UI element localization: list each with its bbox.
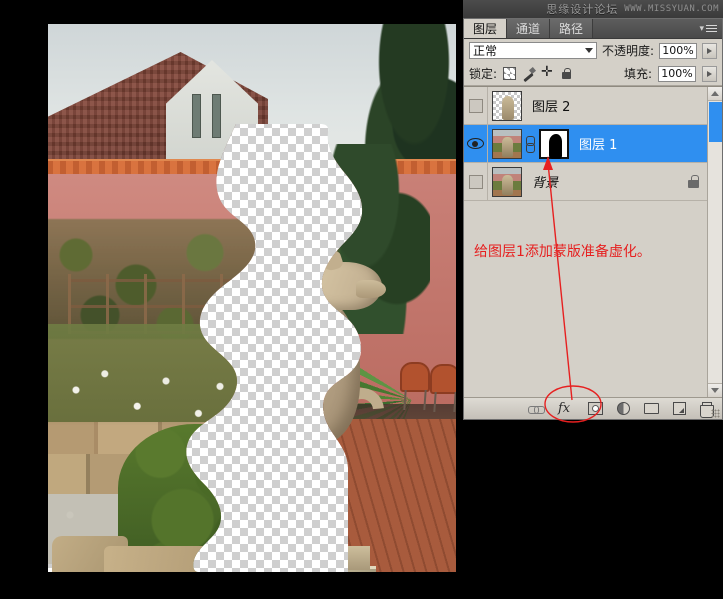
layer-row[interactable]: 图层 2 (464, 87, 707, 125)
lock-position-icon[interactable] (541, 64, 554, 80)
opacity-input[interactable]: 100% (659, 42, 698, 59)
visibility-cell[interactable] (464, 163, 488, 200)
flagstone (104, 546, 314, 572)
lock-image-icon[interactable] (522, 67, 535, 80)
layer-mask-thumbnail[interactable] (539, 128, 569, 159)
layers-panel-toolbar: fx (464, 397, 722, 419)
link-icon[interactable] (525, 135, 535, 153)
scroll-up-arrow-icon[interactable] (707, 87, 722, 101)
layer-thumbnail[interactable] (492, 166, 522, 197)
tab-channels-label: 通道 (516, 22, 541, 36)
watermark-chinese: 思缘设计论坛 (546, 3, 619, 16)
chevron-down-icon (585, 48, 593, 53)
blend-opacity-row: 正常 不透明度: 100% (464, 39, 722, 62)
layer-name: 背景 (532, 176, 559, 191)
layer-thumbnail[interactable] (492, 128, 522, 159)
fill-slider-button[interactable] (702, 65, 717, 82)
lock-fill-row: 锁定: 填充: 100% (464, 62, 722, 86)
visibility-cell[interactable] (464, 125, 488, 162)
opacity-label: 不透明度: (602, 44, 655, 58)
tab-layers[interactable]: 图层 (464, 19, 508, 38)
fx-label: fx (558, 400, 571, 416)
patio-chair (400, 362, 430, 410)
panel-menu-icon (706, 23, 717, 34)
layers-panel: 图层 通道 路径 ▾ 正常 不透明度: 100% 锁定: 填充: (463, 18, 723, 420)
link-layers-button[interactable] (528, 401, 545, 417)
scrollbar-thumb[interactable] (708, 102, 722, 142)
new-adjustment-layer-button[interactable] (617, 402, 630, 415)
layer-row[interactable]: 背景 (464, 163, 707, 201)
photo-layer (48, 24, 456, 572)
resize-grip-icon[interactable] (711, 409, 720, 418)
lock-icon (688, 175, 699, 188)
new-group-button[interactable] (644, 403, 659, 414)
panel-tabbar: 图层 通道 路径 ▾ (464, 19, 722, 39)
visibility-cell[interactable] (464, 87, 488, 124)
fill-input[interactable]: 100% (658, 65, 696, 82)
eye-off-icon (468, 174, 483, 189)
add-layer-mask-button[interactable] (588, 402, 603, 415)
tab-layers-label: 图层 (473, 22, 498, 36)
layer-row-selected[interactable]: 图层 1 (464, 125, 707, 163)
lion-statue (244, 246, 393, 572)
opacity-value: 100% (662, 44, 694, 57)
layer-list: 图层 2 图层 1 背景 (464, 86, 722, 397)
new-layer-button[interactable] (673, 402, 686, 415)
annotation-text: 给图层1添加蒙版准备虚化。 (474, 244, 651, 260)
layer-list-scrollbar[interactable] (707, 87, 722, 397)
layer-thumbnail[interactable] (492, 90, 522, 121)
layer-rows: 图层 2 图层 1 背景 (464, 87, 707, 397)
watermark-bar: 思缘设计论坛 WWW.MISSYUAN.COM (463, 0, 723, 18)
blend-mode-select[interactable]: 正常 (469, 42, 597, 59)
lock-all-icon[interactable] (560, 67, 573, 80)
eye-off-icon (468, 98, 483, 113)
fill-value: 100% (661, 67, 693, 80)
watermark-url: WWW.MISSYUAN.COM (624, 4, 719, 14)
tab-paths[interactable]: 路径 (550, 19, 594, 38)
layer-name: 图层 2 (532, 100, 571, 115)
fill-label: 填充: (623, 67, 652, 81)
layer-name: 图层 1 (579, 138, 618, 153)
image-canvas[interactable] (48, 24, 456, 572)
lock-label: 锁定: (469, 67, 498, 81)
patio-chair (430, 364, 456, 412)
eye-icon (467, 138, 484, 149)
lock-transparency-icon[interactable] (503, 67, 517, 80)
tab-channels[interactable]: 通道 (507, 19, 551, 38)
layer-style-button[interactable]: fx (558, 401, 574, 417)
blend-mode-value: 正常 (473, 44, 498, 58)
tab-paths-label: 路径 (559, 22, 584, 36)
panel-menu-button[interactable]: ▾ (694, 19, 722, 38)
opacity-slider-button[interactable] (702, 42, 717, 59)
scroll-down-arrow-icon[interactable] (707, 383, 722, 397)
